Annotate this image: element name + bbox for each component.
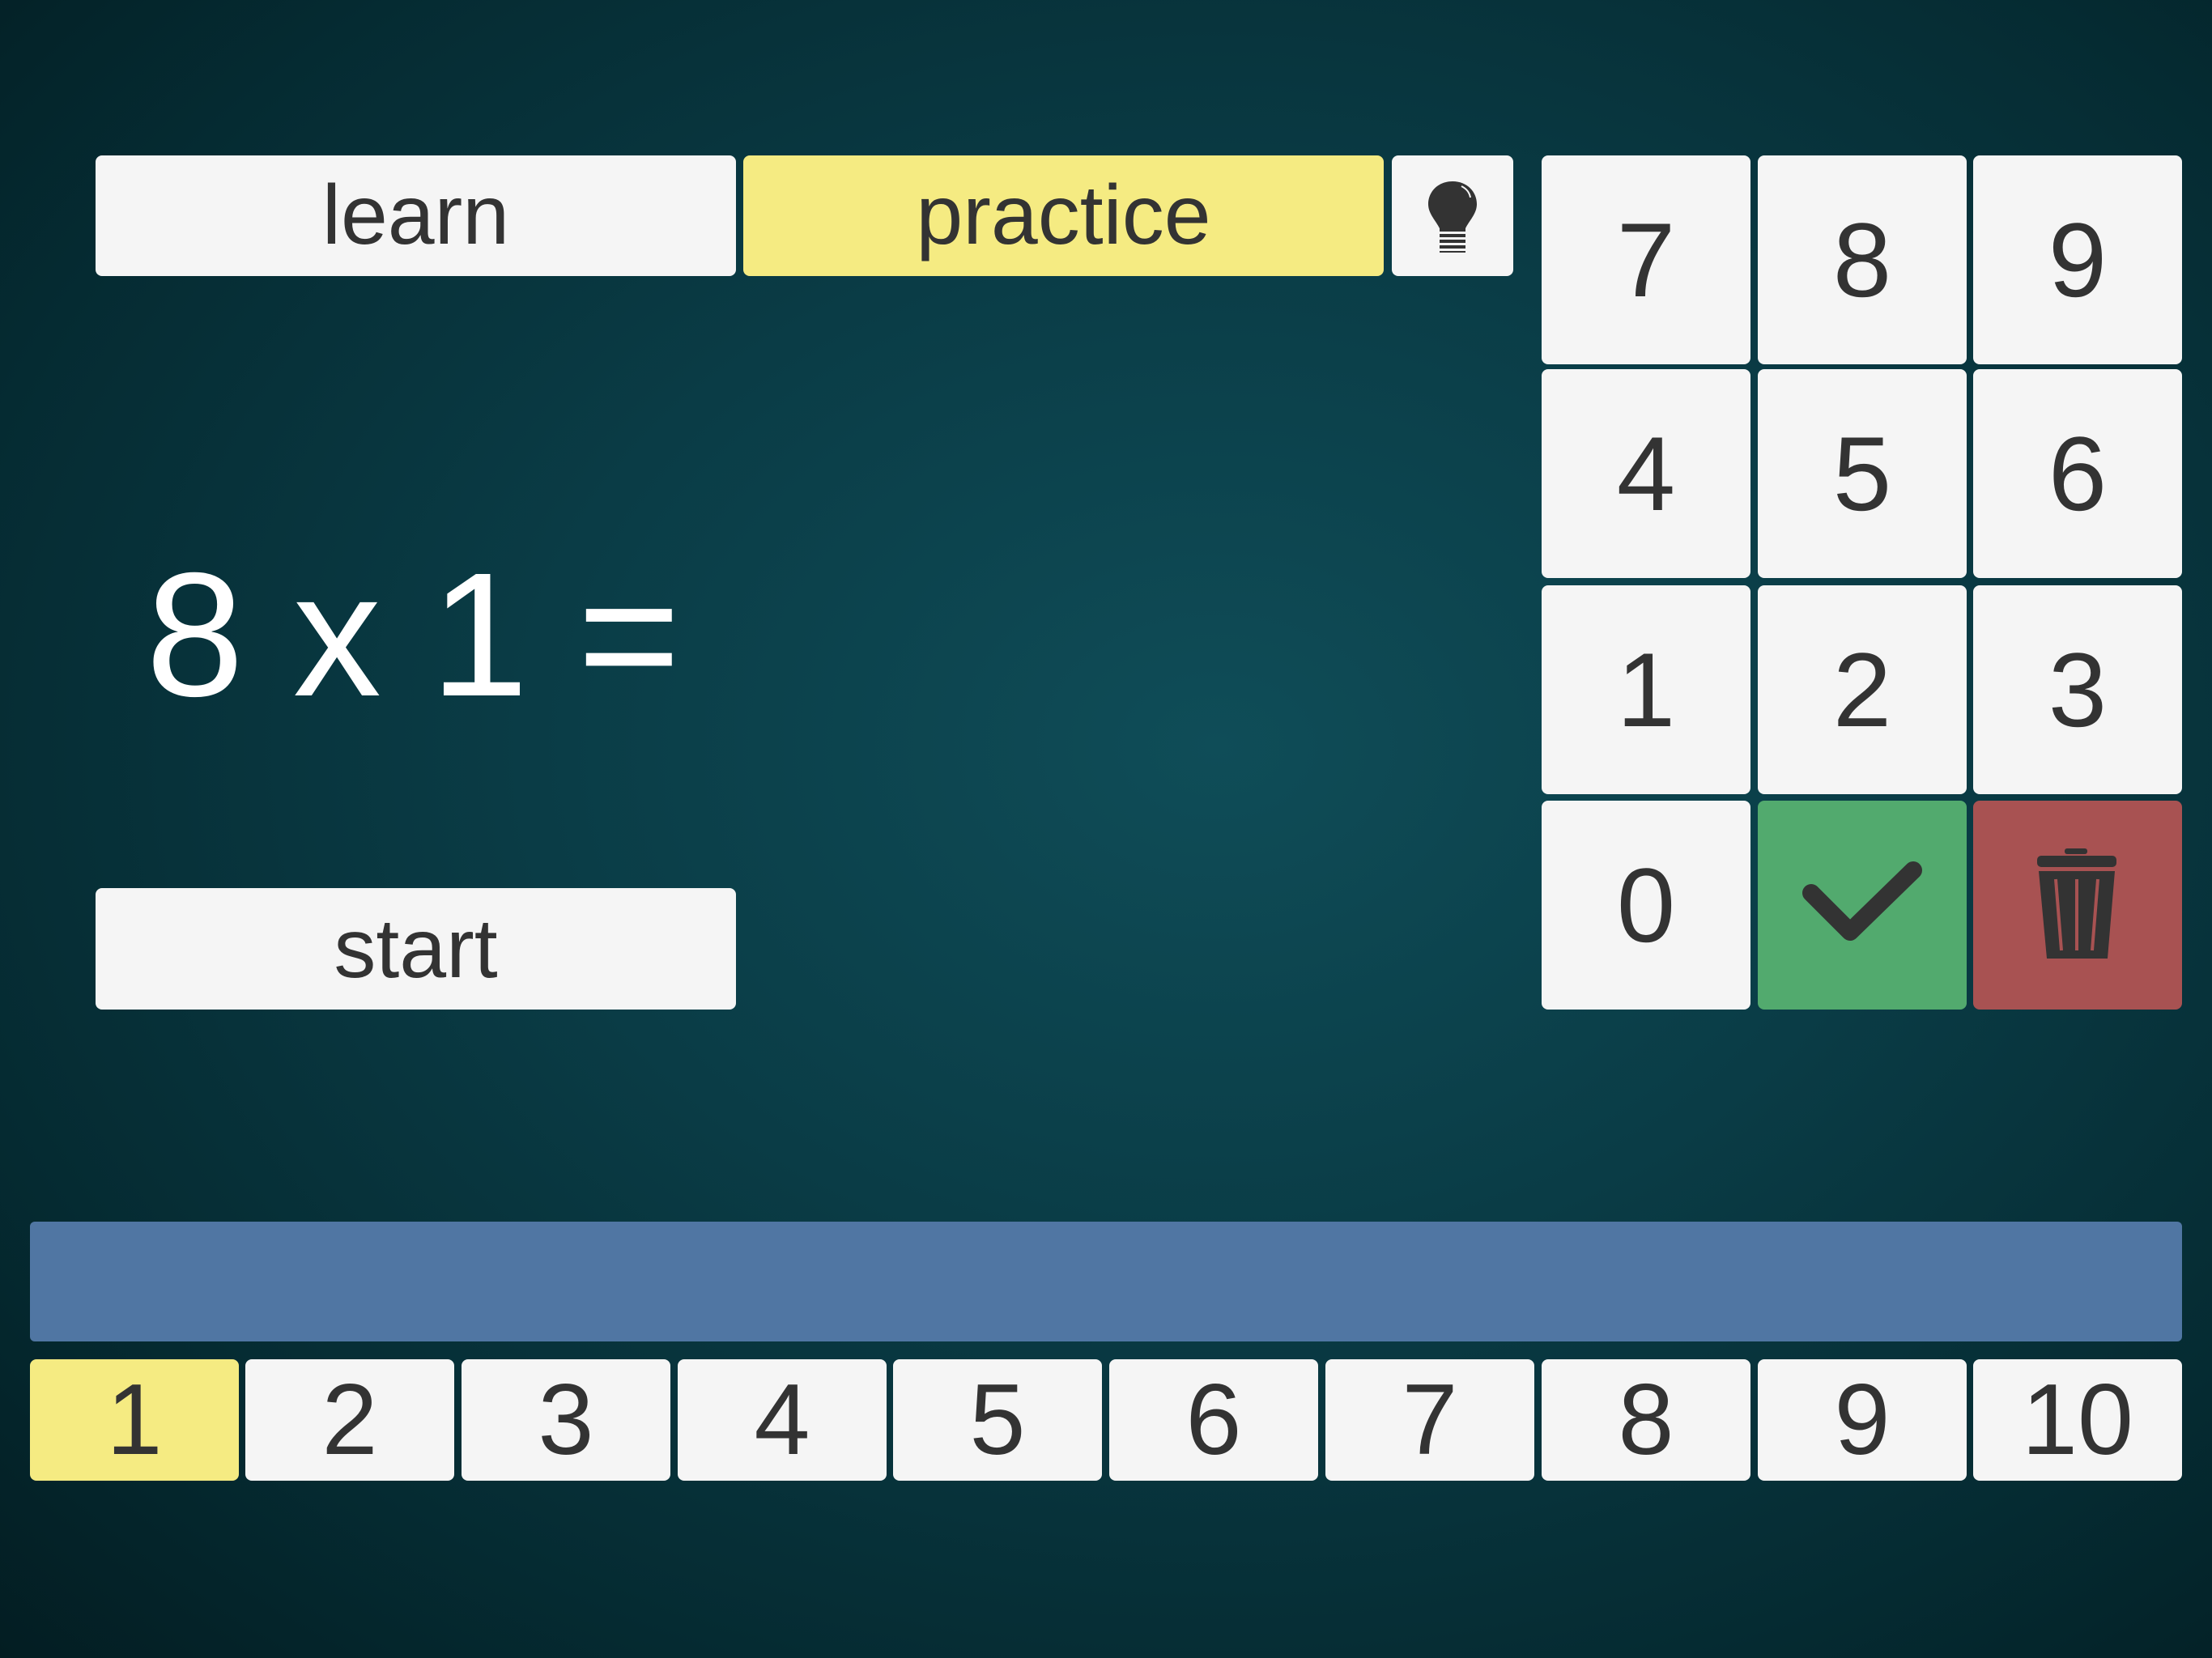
trash-icon	[2037, 848, 2116, 959]
lightbulb-icon	[1428, 181, 1477, 253]
hint-button[interactable]	[1392, 155, 1513, 276]
key-3[interactable]: 3	[1973, 585, 2182, 794]
key-5[interactable]: 5	[1758, 369, 1967, 578]
confirm-button[interactable]	[1758, 801, 1967, 1010]
progress-bar	[30, 1222, 2182, 1341]
table-4[interactable]: 4	[678, 1359, 887, 1481]
key-0[interactable]: 0	[1542, 801, 1750, 1010]
table-8[interactable]: 8	[1542, 1359, 1750, 1481]
table-10[interactable]: 10	[1973, 1359, 2182, 1481]
tab-practice[interactable]: practice	[743, 155, 1384, 276]
table-1[interactable]: 1	[30, 1359, 239, 1481]
table-7[interactable]: 7	[1325, 1359, 1534, 1481]
key-4[interactable]: 4	[1542, 369, 1750, 578]
checkmark-icon	[1802, 861, 1922, 941]
table-9[interactable]: 9	[1758, 1359, 1967, 1481]
equation: 8 x 1 =	[146, 537, 681, 733]
table-2[interactable]: 2	[245, 1359, 454, 1481]
key-7[interactable]: 7	[1542, 155, 1750, 364]
key-2[interactable]: 2	[1758, 585, 1967, 794]
table-6[interactable]: 6	[1109, 1359, 1318, 1481]
delete-button[interactable]	[1973, 801, 2182, 1010]
start-button[interactable]: start	[96, 888, 736, 1010]
key-1[interactable]: 1	[1542, 585, 1750, 794]
table-3[interactable]: 3	[462, 1359, 670, 1481]
tab-learn[interactable]: learn	[96, 155, 736, 276]
key-6[interactable]: 6	[1973, 369, 2182, 578]
table-5[interactable]: 5	[893, 1359, 1102, 1481]
key-9[interactable]: 9	[1973, 155, 2182, 364]
key-8[interactable]: 8	[1758, 155, 1967, 364]
